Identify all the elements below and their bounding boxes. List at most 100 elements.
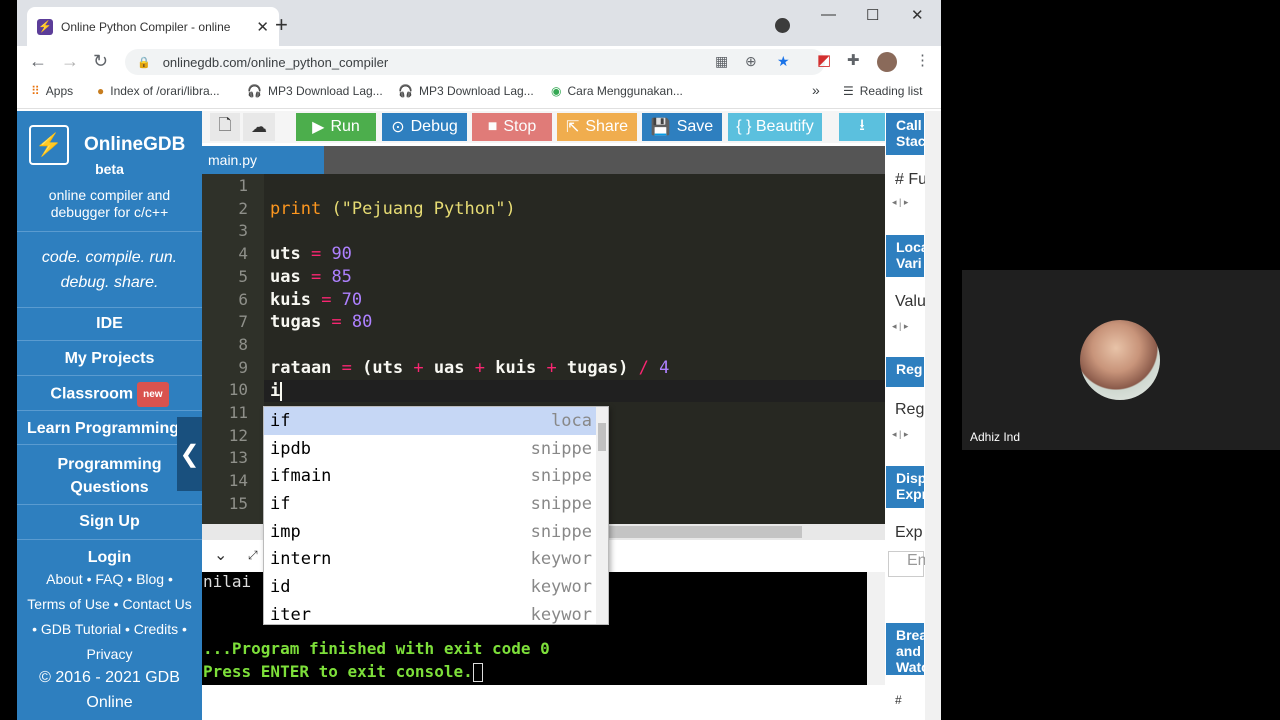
nav-my-projects[interactable]: My Projects — [17, 347, 202, 370]
reading-list-button[interactable]: ☰ Reading list — [843, 84, 922, 98]
bookmark-star-icon[interactable]: ★ — [777, 53, 790, 70]
nav-sign-up[interactable]: Sign Up — [17, 510, 202, 533]
nav-programming-questions[interactable]: Programming Questions — [17, 453, 202, 499]
autocomplete-word: ifmain — [270, 466, 332, 487]
page-vertical-scrollbar[interactable] — [925, 111, 941, 720]
expression-input[interactable]: En — [888, 551, 927, 577]
maximize-button[interactable]: ☐ — [866, 6, 879, 24]
autocomplete-item[interactable]: intern keywor — [264, 546, 598, 574]
console-line: ...Program finished with exit code 0 — [203, 639, 550, 658]
profile-menu-icon[interactable] — [775, 18, 790, 33]
nav-classroom[interactable]: Classroom new — [17, 382, 202, 407]
panel-scroll-arrows[interactable]: ◂ | ▸ — [886, 321, 924, 335]
bookmark-mp3-1[interactable]: 🎧 MP3 Download Lag... — [247, 84, 383, 98]
participant-name: Adhiz Ind — [970, 430, 1021, 444]
divider — [17, 444, 202, 445]
nav-label-line: Questions — [70, 479, 149, 496]
participant-avatar — [1080, 320, 1160, 400]
tab-close-icon[interactable]: ✕ — [256, 18, 269, 36]
panel-scroll-arrows[interactable]: ◂ | ▸ — [886, 429, 924, 443]
code-token: 70 — [341, 290, 363, 310]
autocomplete-scrollbar[interactable] — [596, 407, 608, 624]
divider — [17, 340, 202, 341]
footer-links-2[interactable]: Terms of Use • Contact Us — [17, 592, 202, 617]
autocomplete-item[interactable]: if loca — [264, 407, 598, 435]
close-window-button[interactable]: ✕ — [911, 6, 924, 24]
code-token: ("Pejuang Python") — [331, 199, 516, 219]
zoom-icon[interactable]: ⊕ — [745, 53, 757, 70]
debug-button[interactable]: ⊙ Debug — [382, 113, 467, 141]
registers-column: Reg — [895, 401, 925, 418]
console-line: Press ENTER to exit console. — [203, 662, 483, 682]
autocomplete-word: if — [270, 410, 291, 431]
autocomplete-item[interactable]: ipdb snippe — [264, 435, 598, 463]
new-tab-button[interactable]: + — [275, 12, 288, 38]
console-scrollbar[interactable] — [867, 572, 885, 685]
expand-output-icon[interactable]: ⤢ — [248, 548, 258, 563]
save-label: Save — [676, 118, 714, 135]
breakpoints-header[interactable]: Brea and Watc — [886, 623, 924, 675]
code-token: tugas — [270, 312, 322, 332]
footer-privacy-link[interactable]: Privacy — [17, 642, 202, 667]
divider — [17, 539, 202, 540]
nav-login[interactable]: Login — [17, 546, 202, 569]
code-token: print — [270, 199, 322, 219]
profile-avatar-icon[interactable] — [877, 52, 897, 72]
nav-label-line: Programming — [57, 456, 162, 473]
bookmark-index[interactable]: ● Index of /orari/libra... — [97, 84, 220, 98]
download-icon[interactable]: ⭳ — [839, 113, 885, 141]
url-input[interactable]: 🔒 onlinegdb.com/online_python_compiler ▦… — [125, 49, 825, 75]
menu-kebab-icon[interactable]: ⋮ — [915, 51, 930, 69]
browser-tab[interactable]: ⚡ Online Python Compiler - online ✕ — [27, 7, 279, 46]
tab-strip: ⚡ Online Python Compiler - online ✕ + — … — [17, 0, 941, 46]
local-variables-header[interactable]: Local Vari — [886, 235, 924, 277]
minimize-button[interactable]: — — [821, 6, 836, 23]
scrollbar-thumb[interactable] — [602, 526, 802, 538]
bookmark-cara[interactable]: ◉ Cara Menggunakan... — [551, 84, 683, 98]
autocomplete-type: snippe — [530, 466, 592, 487]
run-button[interactable]: ▶ Run — [296, 113, 376, 141]
reload-icon[interactable]: ↻ — [93, 51, 108, 72]
share-button[interactable]: ⇱ Share — [557, 113, 637, 141]
scrollbar-thumb[interactable] — [598, 423, 606, 451]
extensions-puzzle-icon[interactable]: ✚ — [847, 51, 860, 69]
save-icon: 💾 — [650, 119, 671, 136]
display-expressions-header[interactable]: Disp Expr — [886, 466, 924, 508]
bookmark-mp3-2[interactable]: 🎧 MP3 Download Lag... — [398, 84, 534, 98]
save-button[interactable]: 💾 Save — [642, 113, 722, 141]
beautify-button[interactable]: { } Beautify — [728, 113, 822, 141]
new-badge: new — [137, 382, 169, 407]
debug-icon: ⊙ — [391, 119, 405, 136]
autocomplete-word: ipdb — [270, 438, 311, 459]
panel-scroll-arrows[interactable]: ◂ | ▸ — [886, 197, 924, 211]
bookmark-apps[interactable]: ⠿ Apps — [31, 84, 73, 98]
autocomplete-item[interactable]: ifmain snippe — [264, 462, 598, 490]
footer-links-1[interactable]: About • FAQ • Blog • — [17, 567, 202, 592]
pdf-extension-icon[interactable]: ◩ — [817, 51, 831, 69]
call-stack-header[interactable]: Call Stack — [886, 113, 924, 155]
qr-code-icon[interactable]: ▦ — [715, 53, 728, 70]
forward-arrow-icon[interactable]: → — [61, 51, 79, 72]
file-tab-main-py[interactable]: main.py — [202, 146, 324, 174]
autocomplete-item[interactable]: id keywor — [264, 573, 598, 601]
bookmarks-bar: ⠿ Apps ● Index of /orari/libra... 🎧 MP3 Dow… — [17, 78, 941, 109]
line-number: 3 — [238, 221, 248, 241]
sidebar-collapse-chevron-icon[interactable]: ❮ — [177, 417, 202, 491]
motto: code. compile. run. debug. share. — [17, 245, 202, 295]
stop-button[interactable]: ■ Stop — [472, 113, 552, 141]
lock-icon: 🔒 — [137, 56, 151, 69]
onlinegdb-logo-icon[interactable]: ⚡ — [29, 125, 69, 165]
back-arrow-icon[interactable]: ← — [29, 51, 47, 72]
registers-header[interactable]: Reg — [886, 357, 924, 387]
nav-ide[interactable]: IDE — [17, 312, 202, 335]
upload-icon[interactable]: ☁ — [243, 113, 275, 141]
nav-learn-programming[interactable]: Learn Programming — [17, 417, 177, 440]
autocomplete-item[interactable]: iter keywor — [264, 601, 598, 624]
bookmarks-overflow-button[interactable]: » — [812, 82, 820, 98]
new-file-icon[interactable]: 🗋 — [210, 113, 240, 141]
autocomplete-item[interactable]: if snippe — [264, 490, 598, 518]
footer-links-3[interactable]: • GDB Tutorial • Credits • — [17, 617, 202, 642]
autocomplete-item[interactable]: imp snippe — [264, 518, 598, 546]
brand-name[interactable]: OnlineGDB — [84, 134, 185, 156]
collapse-output-chevron-icon[interactable]: ⌄ — [214, 545, 227, 565]
